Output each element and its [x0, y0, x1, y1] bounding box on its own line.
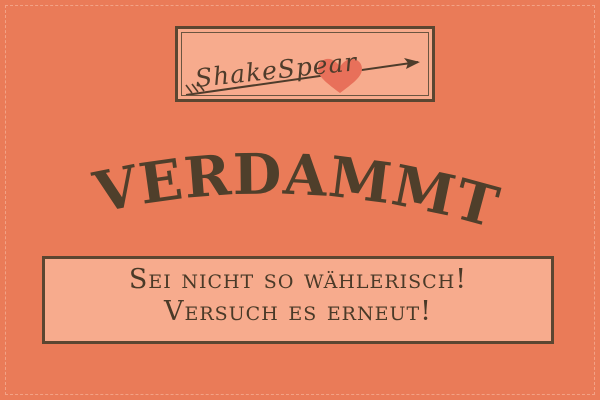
heart-icon — [318, 58, 362, 93]
headline-graphic: VERDAMMT. — [0, 120, 505, 241]
error-card: ShakeSpear VERDAMMT. Sei nicht so wähler… — [0, 0, 600, 400]
message-panel: Sei nicht so wählerisch! Versuch es erne… — [42, 256, 554, 344]
logo-badge: ShakeSpear — [175, 26, 435, 102]
logo-text: ShakeSpear — [194, 47, 360, 93]
arrow-shaft — [185, 61, 419, 96]
arrow-fletching — [185, 82, 205, 94]
logo-graphic: ShakeSpear — [185, 47, 420, 96]
headline-text-path: VERDAMMT. — [0, 120, 504, 241]
arrow-head-icon — [404, 58, 420, 69]
headline-text: VERDAMMT. — [0, 120, 505, 241]
message-line-1: Sei nicht so wählerisch! — [128, 264, 468, 295]
message-line-2: Versuch es erneut! — [163, 296, 433, 327]
